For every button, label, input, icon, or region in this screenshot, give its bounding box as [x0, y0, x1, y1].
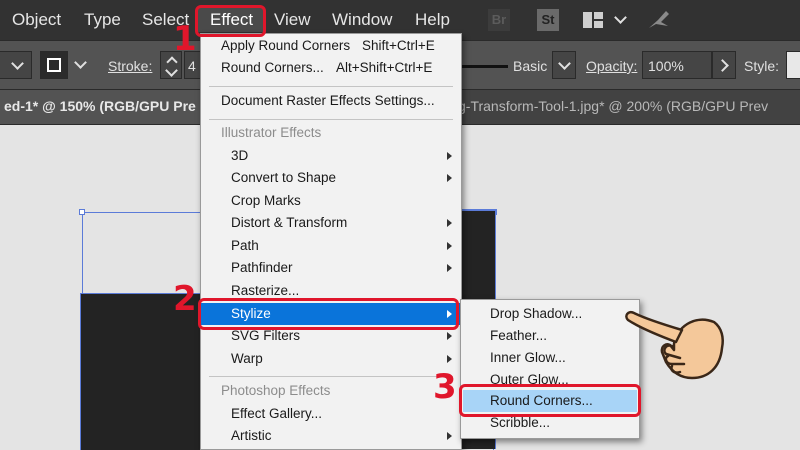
submenu-arrow-icon	[447, 432, 452, 440]
menu-item-crop-marks[interactable]: Crop Marks	[201, 190, 461, 212]
menu-separator	[209, 376, 453, 377]
menu-item-pathfinder[interactable]: Pathfinder	[201, 257, 461, 279]
menu-item-label: Round Corners...	[221, 60, 324, 75]
submenu-arrow-icon	[447, 219, 452, 227]
workspace-layout-icon[interactable]	[582, 11, 604, 29]
menu-item-label: Artistic	[231, 428, 272, 443]
stroke-swatch[interactable]	[40, 51, 68, 79]
menu-item-label: Rasterize...	[231, 283, 300, 298]
menu-item-round-corners-dialog[interactable]: Round Corners... Alt+Shift+Ctrl+E	[201, 57, 461, 79]
stroke-label: Stroke:	[108, 58, 153, 74]
bridge-icon[interactable]: Br	[488, 9, 510, 31]
menu-separator	[209, 119, 453, 120]
brush-name: Basic	[513, 58, 548, 74]
submenu-arrow-icon	[447, 264, 452, 272]
menu-item-path[interactable]: Path	[201, 235, 461, 257]
style-swatch[interactable]	[786, 51, 800, 79]
menu-item-label: Convert to Shape	[231, 170, 337, 185]
step-3-number: 3	[433, 367, 457, 407]
menu-item-label: Warp	[231, 351, 263, 366]
opacity-value: 100%	[648, 58, 684, 74]
brush-dropdown[interactable]	[552, 51, 576, 79]
menu-separator	[209, 86, 453, 87]
menu-window[interactable]: Window	[332, 8, 392, 32]
menu-section-header-illustrator: Illustrator Effects	[221, 125, 322, 140]
step-1-highlight	[195, 5, 266, 37]
step-3-highlight	[459, 384, 641, 417]
menu-object[interactable]: Object	[12, 8, 61, 32]
document-tab-title: g-Transform-Tool-1.jpg* @ 200% (RGB/GPU …	[458, 98, 769, 114]
style-label: Style:	[744, 58, 780, 74]
submenu-arrow-icon	[447, 242, 452, 250]
submenu-arrow-icon	[447, 355, 452, 363]
menu-item-warp[interactable]: Warp	[201, 348, 461, 370]
menu-item-drop-shadow[interactable]: Drop Shadow...	[461, 303, 639, 325]
menu-item-3d[interactable]: 3D	[201, 145, 461, 167]
menu-help[interactable]: Help	[415, 8, 450, 32]
chevron-down-icon	[11, 57, 24, 70]
submenu-arrow-icon	[447, 174, 452, 182]
menu-item-label: 3D	[231, 148, 249, 163]
menu-item-feather[interactable]: Feather...	[461, 325, 639, 347]
step-2-highlight	[198, 298, 459, 330]
effect-menu: Apply Round Corners Shift+Ctrl+E Round C…	[200, 33, 462, 450]
menu-item-label: Apply Round Corners	[221, 38, 351, 53]
chevron-right-icon	[716, 59, 729, 72]
chevron-down-icon[interactable]	[74, 56, 87, 69]
menu-item-distort-transform[interactable]: Distort & Transform	[201, 212, 461, 234]
menu-type[interactable]: Type	[84, 8, 121, 32]
menu-item-label: Effect Gallery...	[231, 406, 323, 421]
opacity-flyout-button[interactable]	[712, 51, 736, 79]
step-1-number: 1	[173, 19, 197, 59]
stylize-submenu: Drop Shadow... Feather... Inner Glow... …	[460, 299, 640, 439]
chevron-down-icon[interactable]	[614, 11, 627, 24]
menu-item-inner-glow[interactable]: Inner Glow...	[461, 347, 639, 369]
opacity-label: Opacity:	[586, 58, 638, 74]
menu-item-shortcut: Alt+Shift+Ctrl+E	[336, 60, 433, 75]
step-2-number: 2	[173, 279, 197, 319]
document-tab-inactive[interactable]: g-Transform-Tool-1.jpg* @ 200% (RGB/GPU …	[420, 90, 800, 124]
menu-item-apply-round-corners[interactable]: Apply Round Corners Shift+Ctrl+E	[201, 35, 461, 57]
menu-item-shortcut: Shift+Ctrl+E	[362, 38, 435, 53]
chevron-down-icon	[558, 57, 571, 70]
menu-item-label: Path	[231, 238, 259, 253]
menu-view[interactable]: View	[274, 8, 311, 32]
brush-preview	[462, 65, 508, 68]
menu-item-document-raster-settings[interactable]: Document Raster Effects Settings...	[201, 90, 461, 112]
gpu-performance-icon[interactable]	[646, 8, 672, 32]
menu-item-effect-gallery[interactable]: Effect Gallery...	[201, 403, 461, 425]
stroke-weight-value: 4	[188, 58, 196, 74]
menu-item-label: SVG Filters	[231, 328, 301, 343]
selection-handle[interactable]	[79, 209, 85, 215]
document-tab-active[interactable]: ed-1* @ 150% (RGB/GPU Pre	[0, 90, 200, 124]
stroke-square-icon	[47, 58, 61, 72]
menu-section-header-photoshop: Photoshop Effects	[221, 383, 331, 398]
menu-item-artistic[interactable]: Artistic	[201, 425, 461, 447]
fill-dropdown[interactable]	[0, 51, 32, 79]
pointing-hand-icon	[625, 311, 724, 380]
menu-item-convert-to-shape[interactable]: Convert to Shape	[201, 167, 461, 189]
chevron-down-icon	[165, 64, 178, 77]
menu-item-label: Pathfinder	[231, 260, 293, 275]
menu-item-label: Distort & Transform	[231, 215, 348, 230]
stock-icon[interactable]: St	[537, 9, 559, 31]
opacity-input[interactable]: 100%	[642, 51, 712, 79]
submenu-arrow-icon	[447, 332, 452, 340]
menu-item-label: Crop Marks	[231, 193, 301, 208]
submenu-arrow-icon	[447, 152, 452, 160]
document-tab-title: ed-1* @ 150% (RGB/GPU Pre	[4, 98, 196, 114]
